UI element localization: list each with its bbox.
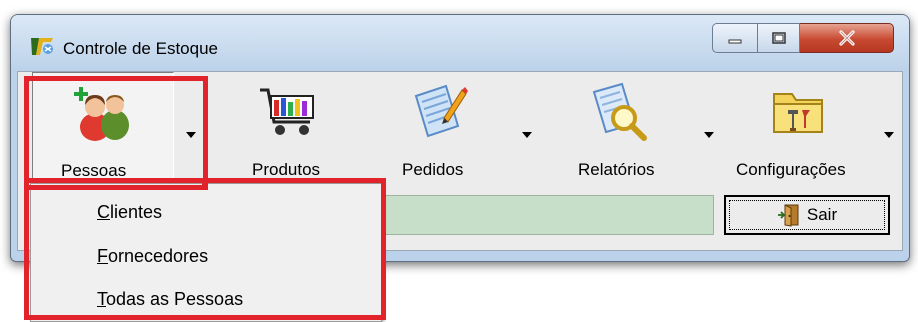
edit-document-icon — [414, 84, 468, 138]
highlight-box-pessoas-menu — [24, 178, 386, 320]
toolbar-pedidos-label: Pedidos — [402, 160, 464, 179]
app-logo-icon — [31, 38, 53, 55]
status-strip — [378, 195, 714, 235]
minimize-button[interactable] — [712, 23, 758, 53]
toolbar-relatorios-button[interactable]: Relatórios — [558, 72, 688, 196]
tools-folder-icon — [773, 93, 823, 133]
toolbar-pedidos-button[interactable]: Pedidos — [380, 72, 500, 196]
toolbar-configuracoes-dropdown[interactable] — [876, 72, 904, 196]
highlight-box-connector — [202, 178, 208, 190]
toolbar-produtos-label: Produtos — [252, 160, 321, 179]
toolbar-relatorios-dropdown[interactable] — [694, 72, 724, 196]
sair-label: Sair — [806, 205, 838, 224]
close-icon — [838, 30, 855, 46]
maximize-button[interactable] — [758, 23, 800, 53]
title-bar[interactable]: Controle de Estoque — [11, 15, 909, 71]
toolbar-configuracoes-button[interactable]: Configurações — [724, 72, 872, 196]
window-title: Controle de Estoque — [63, 39, 218, 58]
chevron-down-icon — [884, 132, 894, 138]
maximize-icon — [771, 32, 786, 44]
highlight-box-pessoas-button — [24, 76, 208, 190]
chevron-down-icon — [704, 132, 714, 138]
search-document-icon — [592, 82, 647, 141]
sair-button[interactable]: Sair — [724, 195, 890, 235]
door-exit-icon — [777, 204, 799, 227]
toolbar-pedidos-dropdown[interactable] — [512, 72, 542, 196]
chevron-down-icon — [522, 132, 532, 138]
toolbar-configuracoes-label: Configurações — [736, 160, 846, 179]
toolbar-relatorios-label: Relatórios — [578, 160, 655, 179]
minimize-icon — [728, 39, 742, 44]
shopping-cart-icon — [260, 88, 314, 135]
close-button[interactable] — [800, 23, 894, 53]
